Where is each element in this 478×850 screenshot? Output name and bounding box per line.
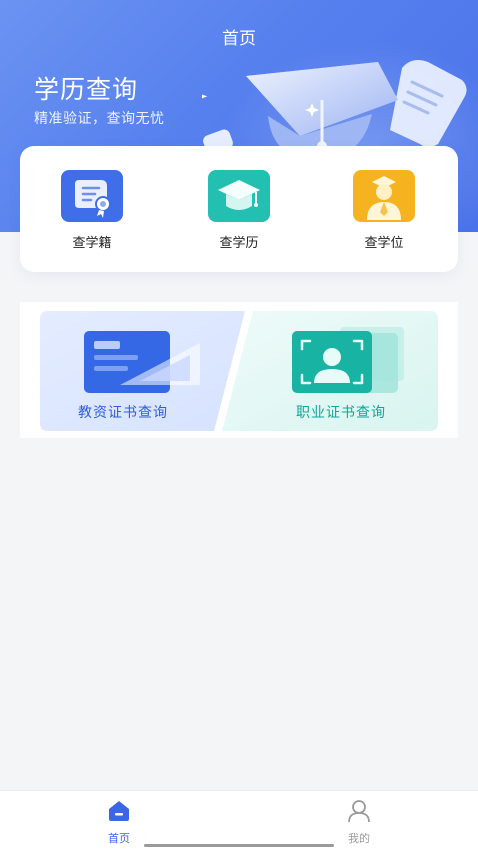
sparkle-icon — [202, 94, 208, 99]
tab-profile[interactable]: 我的 — [319, 799, 399, 846]
hero-title: 学历查询 — [34, 75, 139, 104]
home-icon — [109, 801, 129, 821]
graduate-person-icon — [353, 170, 415, 222]
certificate-scroll-icon — [61, 170, 123, 222]
graduation-cap-icon — [208, 170, 270, 222]
home-indicator — [144, 844, 334, 847]
vocational-certificate-query-label: 职业证书查询 — [296, 405, 386, 421]
vocational-certificate-icon — [292, 327, 404, 393]
check-degree-button[interactable]: 查学位 — [334, 170, 434, 251]
certificate-queries-card: 教资证书查询 职业证书查询 — [20, 302, 458, 438]
teacher-certificate-query-label: 教资证书查询 — [78, 405, 168, 421]
quick-action-label: 查学籍 — [72, 236, 112, 251]
check-student-status-button[interactable]: 查学籍 — [42, 170, 142, 251]
bottom-tab-bar: 首页 我的 — [0, 790, 478, 850]
quick-action-label: 查学位 — [364, 236, 404, 251]
tab-home[interactable]: 首页 — [79, 799, 159, 846]
diploma-scroll-icon — [390, 60, 467, 147]
user-icon — [348, 800, 370, 823]
hero-subtitle: 精准验证，查询无忧 — [34, 111, 165, 127]
check-education-button[interactable]: 查学历 — [189, 170, 289, 251]
quick-action-label: 查学历 — [219, 236, 259, 251]
quick-actions-card: 查学籍 查学历 查学位 — [20, 146, 458, 272]
